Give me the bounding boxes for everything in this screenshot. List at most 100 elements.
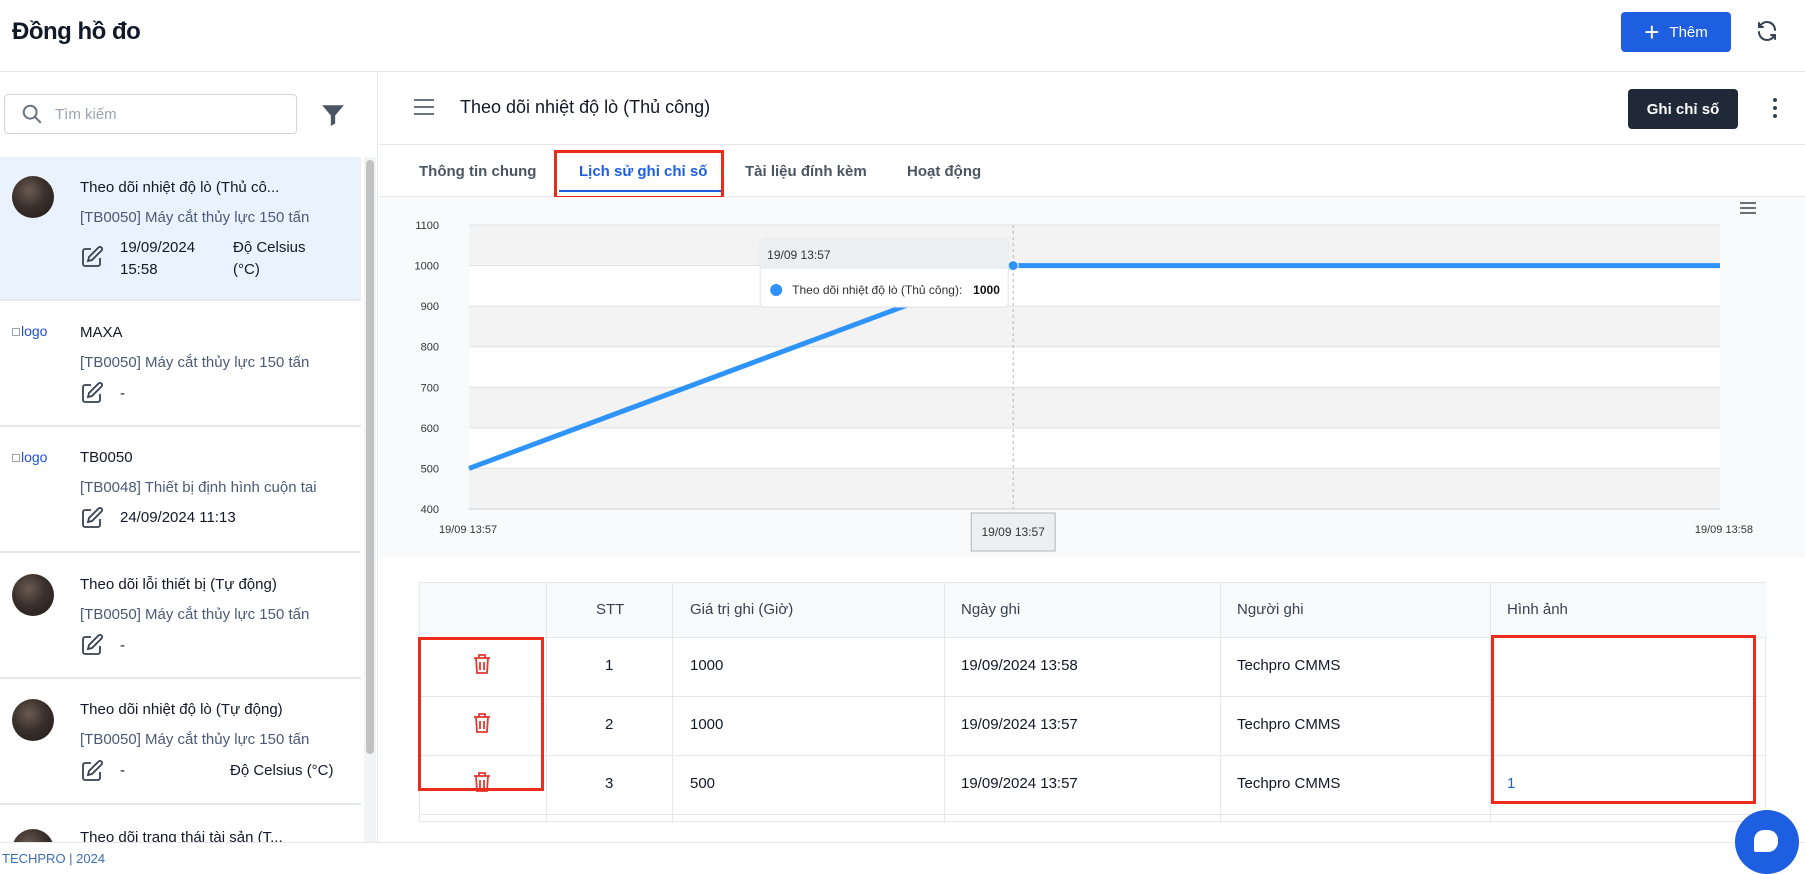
item-unit: Độ Celsius (°C): [230, 762, 334, 779]
add-button[interactable]: + Thêm: [1621, 12, 1731, 52]
highlight-box-delete: [418, 637, 544, 791]
y-tick-label: 700: [421, 382, 439, 394]
avatar: [12, 829, 54, 842]
page-title: Theo dõi nhiệt độ lò (Thủ công): [460, 97, 711, 117]
item-date: -: [120, 637, 125, 654]
logo-alt-text: logo: [21, 449, 48, 465]
cell-value: 500: [690, 775, 716, 792]
edit-icon[interactable]: [80, 245, 104, 269]
y-tick-label: 500: [421, 463, 439, 475]
search-icon: [22, 104, 42, 124]
edit-icon[interactable]: [80, 633, 104, 657]
cell-stt: 2: [605, 716, 614, 733]
top-bar: Đồng hồ đo + Thêm: [0, 0, 1805, 72]
item-title: Theo dõi trạng thái tài sản (T...: [80, 829, 283, 842]
item-date: 19/09/2024 15:58: [120, 239, 196, 278]
cell-user: Techpro CMMS: [1237, 657, 1341, 674]
chart-panel: 400 500 600 700 800 900 1000 1100 19/09 13:57 19/…: [379, 197, 1805, 557]
footer: TECHPRO | 2024: [0, 842, 1805, 866]
item-title: Theo dõi lỗi thiết bị (Tự động): [80, 576, 277, 593]
cell-date: 19/09/2024 13:57: [961, 775, 1078, 792]
item-date: 24/09/2024 11:13: [120, 509, 236, 526]
table-header: STT Giá trị ghi (Giờ) Ngày ghi Người ghi…: [420, 583, 1767, 638]
edit-icon[interactable]: [80, 381, 104, 405]
main-header: Theo dõi nhiệt độ lò (Thủ công) Ghi chỉ …: [379, 72, 1805, 145]
data-point[interactable]: [1007, 260, 1019, 272]
logo-image: logo: [12, 323, 52, 359]
highlight-box-tab: [554, 150, 724, 199]
y-tick-label: 800: [421, 342, 439, 354]
list-item[interactable]: Theo dõi nhiệt độ lò (Tự động) [TB0050] …: [0, 679, 361, 805]
item-title: TB0050: [80, 449, 133, 466]
search-input[interactable]: [55, 105, 275, 123]
chart-menu-icon[interactable]: [1740, 212, 1756, 214]
more-options-icon[interactable]: [1765, 94, 1785, 122]
search-box[interactable]: [4, 94, 297, 134]
item-date: -: [120, 762, 125, 779]
tab-general-info[interactable]: Thông tin chung: [419, 163, 536, 180]
main-panel: Theo dõi nhiệt độ lò (Thủ công) Ghi chỉ …: [379, 72, 1805, 842]
meter-list: Theo dõi nhiệt độ lò (Thủ cô... [TB0050]…: [0, 157, 361, 842]
crosshair-label: 19/09 13:57: [981, 525, 1045, 539]
item-subtitle: [TB0050] Máy cắt thủy lực 150 tấn: [80, 354, 310, 371]
add-button-label: Thêm: [1669, 23, 1708, 41]
item-title: Theo dõi nhiệt độ lò (Thủ cô...: [80, 179, 280, 196]
grid-band: [469, 306, 1720, 347]
grid-band: [469, 225, 1720, 266]
y-tick-label: 600: [421, 423, 439, 435]
tooltip-marker: [770, 284, 783, 296]
item-subtitle: [TB0050] Máy cắt thủy lực 150 tấn: [80, 606, 310, 623]
item-subtitle: [TB0050] Máy cắt thủy lực 150 tấn: [80, 209, 310, 226]
sidebar-scrollbar-thumb[interactable]: [366, 160, 374, 754]
list-item[interactable]: logo MAXA [TB0050] Máy cắt thủy lực 150 …: [0, 301, 361, 427]
list-item[interactable]: Theo dõi trạng thái tài sản (T...: [0, 805, 361, 842]
cell-date: 19/09/2024 13:58: [961, 657, 1078, 674]
item-date: -: [120, 385, 125, 402]
cell-user: Techpro CMMS: [1237, 775, 1341, 792]
grid-band: [469, 387, 1720, 428]
tooltip-label: Theo dõi nhiệt độ lò (Thủ công):: [792, 283, 962, 297]
reading-history-chart: 400 500 600 700 800 900 1000 1100 19/09 13:57 19/…: [415, 202, 1756, 552]
item-subtitle: [TB0050] Máy cắt thủy lực 150 tấn: [80, 731, 310, 748]
edit-icon[interactable]: [80, 759, 104, 783]
tab-attachments[interactable]: Tài liệu đính kèm: [745, 163, 867, 180]
x-tick-label: 19/09 13:57: [439, 524, 497, 536]
edit-icon[interactable]: [80, 506, 104, 530]
item-unit: Độ Celsius (°C): [233, 239, 306, 278]
app-title: Đồng hồ đo: [12, 18, 141, 45]
logo-image: logo: [12, 449, 52, 485]
highlight-box-image: [1491, 635, 1756, 804]
menu-icon[interactable]: [414, 98, 436, 116]
chat-icon: [1754, 830, 1778, 852]
chart-menu-icon[interactable]: [1740, 202, 1756, 204]
avatar: [12, 176, 54, 218]
header-value: Giá trị ghi (Giờ): [690, 601, 794, 618]
logo-alt-text: logo: [21, 323, 48, 339]
filter-icon[interactable]: [320, 102, 346, 128]
refresh-icon[interactable]: [1752, 16, 1782, 46]
tooltip-header: 19/09 13:57: [767, 248, 831, 262]
cell-value: 1000: [690, 657, 724, 674]
list-item[interactable]: Theo dõi nhiệt độ lò (Thủ cô... [TB0050]…: [0, 157, 361, 301]
list-item[interactable]: logo TB0050 [TB0048] Thiết bị định hình …: [0, 427, 361, 553]
item-title: Theo dõi nhiệt độ lò (Tự động): [80, 701, 283, 718]
cell-user: Techpro CMMS: [1237, 716, 1341, 733]
list-item[interactable]: Theo dõi lỗi thiết bị (Tự động) [TB0050]…: [0, 553, 361, 679]
y-tick-label: 1100: [415, 220, 439, 232]
avatar: [12, 699, 54, 741]
header-stt: STT: [596, 601, 625, 618]
y-tick-label: 1000: [415, 261, 439, 273]
x-tick-label: 19/09 13:58: [1695, 524, 1753, 536]
tab-activity[interactable]: Hoạt động: [907, 163, 981, 180]
record-reading-button[interactable]: Ghi chỉ số: [1628, 89, 1738, 129]
item-title: MAXA: [80, 324, 123, 341]
chart-menu-icon[interactable]: [1740, 207, 1756, 209]
item-subtitle: [TB0048] Thiết bị định hình cuộn tai: [80, 479, 317, 496]
header-image: Hình ảnh: [1507, 601, 1568, 618]
y-tick-label: 400: [421, 504, 439, 516]
cell-stt: 1: [605, 657, 614, 674]
y-tick-label: 900: [421, 301, 439, 313]
grid-band: [469, 468, 1720, 509]
tooltip-value: 1000: [973, 283, 1000, 297]
plus-icon: +: [1644, 17, 1660, 47]
